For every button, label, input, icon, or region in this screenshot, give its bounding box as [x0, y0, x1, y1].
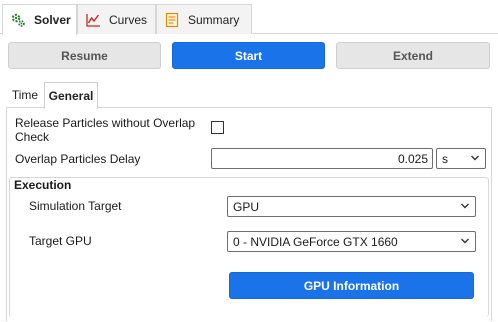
- chevron-down-icon: [461, 238, 469, 244]
- tab-solver[interactable]: Solver: [2, 4, 77, 35]
- target-gpu-value: 0 - NVIDIA GeForce GTX 1660: [233, 234, 398, 249]
- release-particles-label-line2: Check: [15, 130, 50, 144]
- tab-time[interactable]: Time: [6, 82, 44, 108]
- tab-summary-label: Summary: [188, 12, 240, 27]
- extend-button[interactable]: Extend: [336, 42, 490, 69]
- document-icon: [163, 11, 181, 29]
- tab-solver-label: Solver: [34, 13, 71, 27]
- release-particles-checkbox[interactable]: [211, 121, 224, 134]
- resume-button[interactable]: Resume: [8, 42, 161, 69]
- simulation-target-select[interactable]: GPU: [227, 196, 476, 217]
- tab-summary[interactable]: Summary: [156, 4, 252, 34]
- execution-title: Execution: [14, 178, 72, 192]
- line-chart-icon: [84, 11, 102, 29]
- target-gpu-label: Target GPU: [29, 234, 92, 248]
- overlap-delay-label: Overlap Particles Delay: [15, 152, 141, 166]
- release-particles-label: Release Particles without Overlap Check: [15, 116, 195, 144]
- main-tab-bar: Solver Curves Summary: [0, 0, 498, 35]
- gears-icon: [9, 11, 27, 29]
- tab-general[interactable]: General: [44, 82, 98, 109]
- gpu-information-button[interactable]: GPU Information: [229, 272, 474, 299]
- tab-curves[interactable]: Curves: [77, 4, 156, 34]
- chevron-down-icon: [461, 203, 469, 209]
- start-button[interactable]: Start: [172, 42, 325, 69]
- target-gpu-select[interactable]: 0 - NVIDIA GeForce GTX 1660: [227, 231, 476, 252]
- delay-unit-select[interactable]: s: [436, 148, 486, 169]
- chevron-down-icon: [471, 155, 479, 161]
- overlap-delay-input[interactable]: 0.025: [211, 148, 433, 169]
- simulation-target-label: Simulation Target: [29, 199, 122, 213]
- simulation-target-value: GPU: [233, 199, 260, 214]
- delay-unit-value: s: [442, 151, 448, 166]
- tab-curves-label: Curves: [109, 12, 148, 27]
- settings-tab-bar: Time General: [0, 80, 498, 109]
- release-particles-label-line1: Release Particles without Overlap: [15, 116, 196, 130]
